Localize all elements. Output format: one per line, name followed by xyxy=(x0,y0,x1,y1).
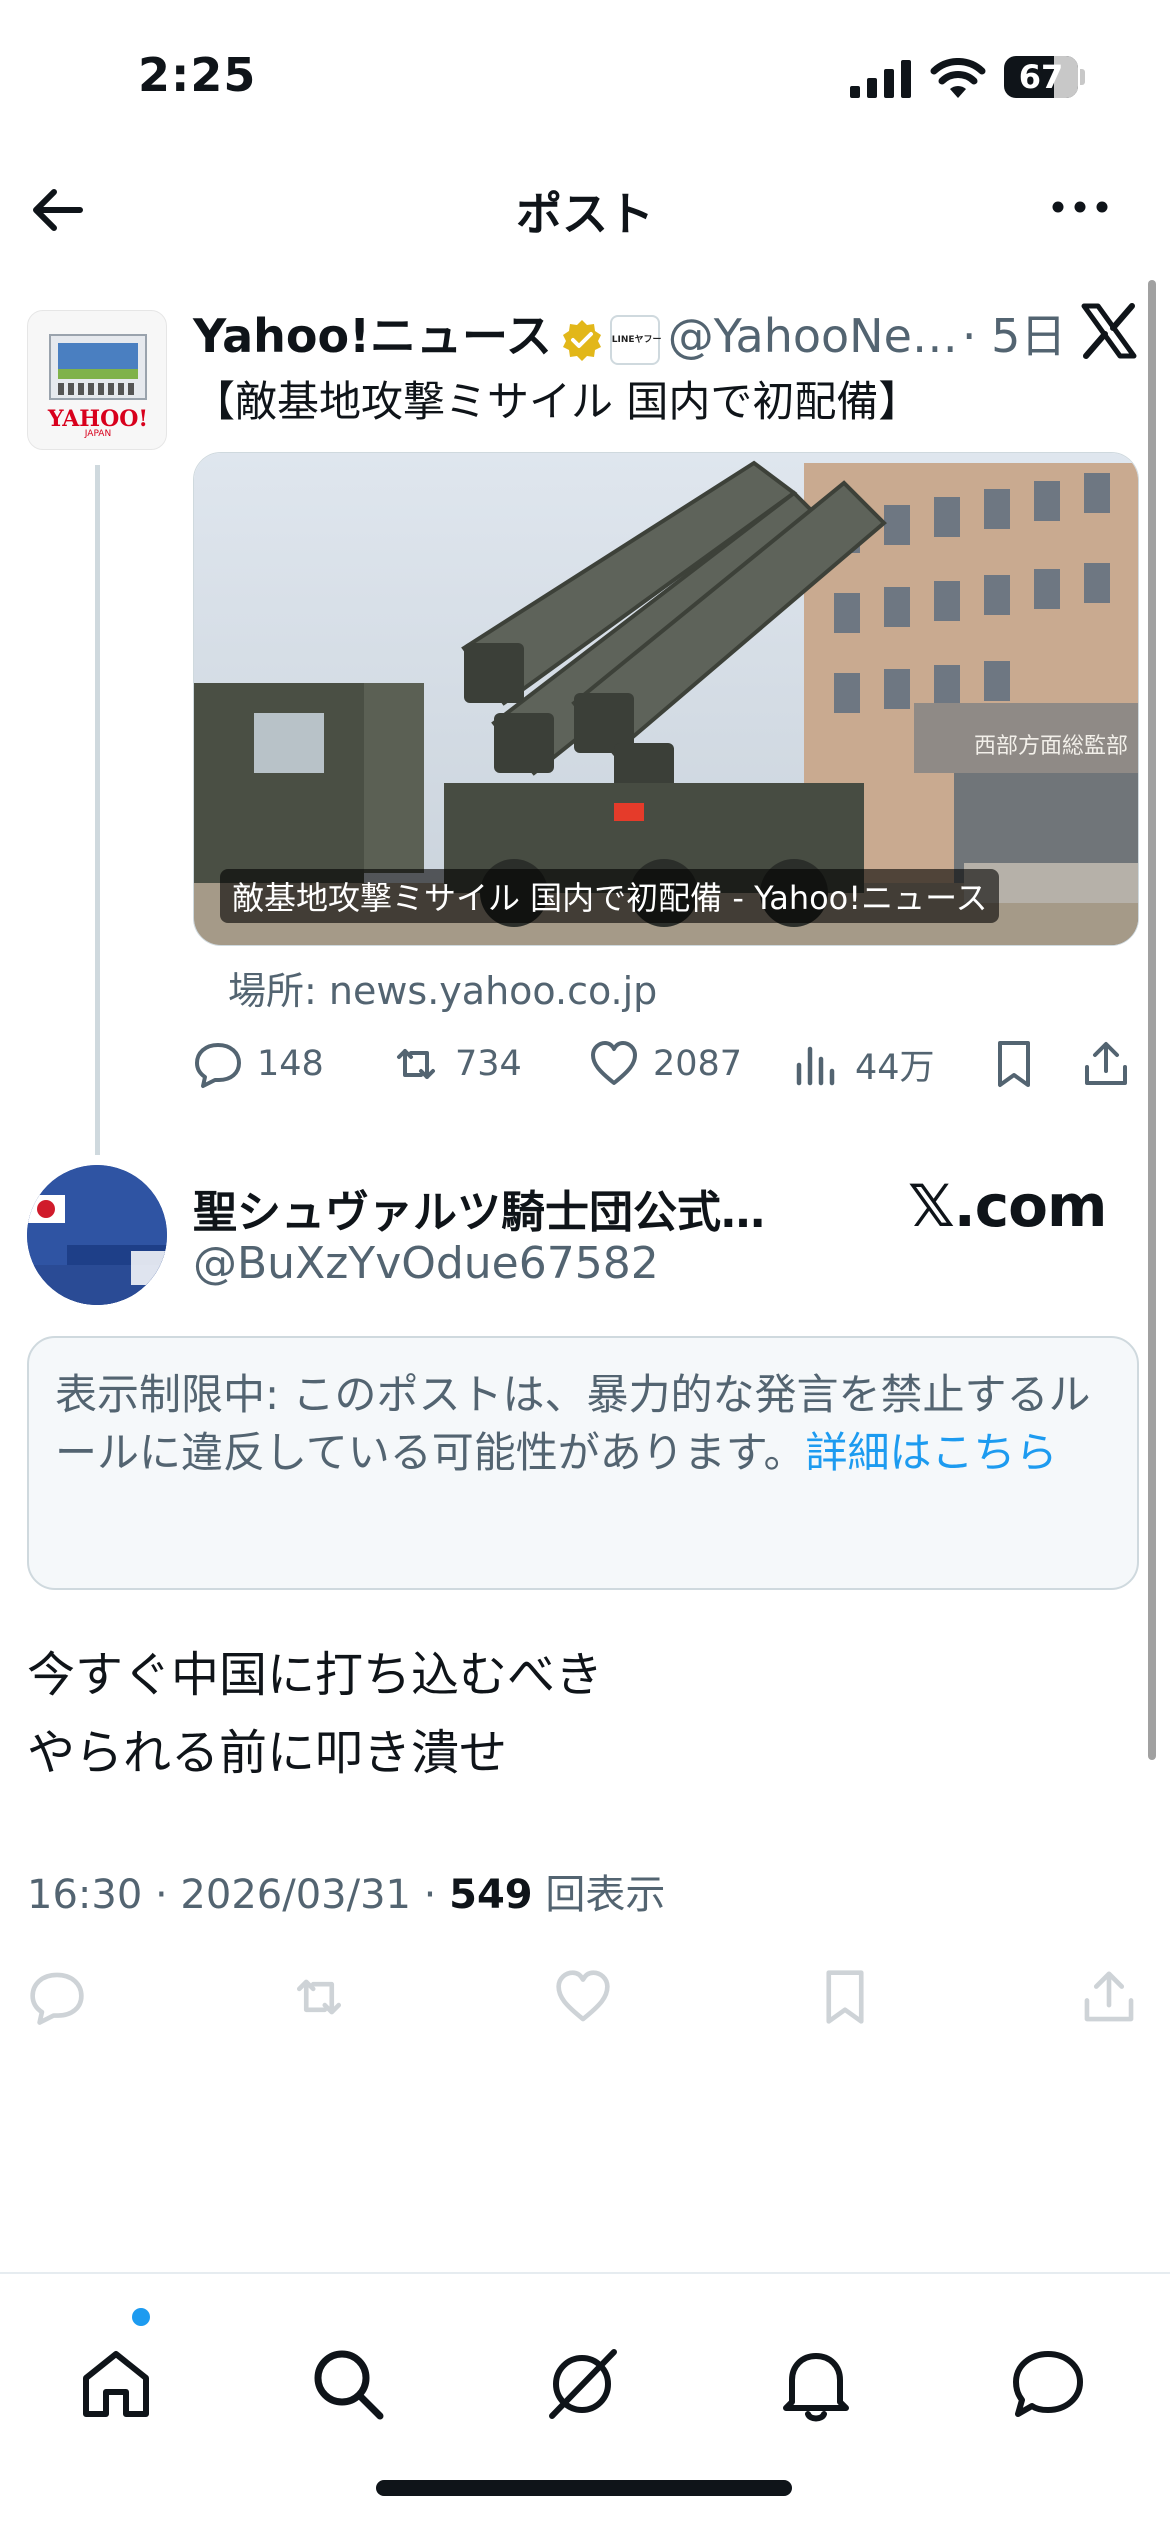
post-actions xyxy=(0,1968,1170,2032)
parent-author-name[interactable]: Yahoo!ニュース xyxy=(193,309,552,363)
avatar[interactable] xyxy=(27,1165,167,1305)
share-icon xyxy=(1085,1042,1127,1085)
parent-post-time: · 5日 xyxy=(961,309,1067,363)
heart-icon[interactable] xyxy=(554,1968,612,2026)
grok-icon[interactable] xyxy=(542,2344,622,2424)
link-card-source[interactable]: 場所: news.yahoo.co.jp xyxy=(228,960,657,1015)
repost-button[interactable]: 734 xyxy=(391,1032,522,1096)
heart-icon xyxy=(591,1041,637,1085)
home-icon[interactable] xyxy=(76,2344,156,2424)
thread-line xyxy=(95,465,100,1155)
author-handle[interactable]: @BuXzYvOdue67582 xyxy=(193,1238,659,1289)
building-sign: 西部方面総監部 xyxy=(974,733,1128,758)
reply-button[interactable]: 148 xyxy=(193,1032,324,1096)
learn-more-link[interactable]: 詳細はこちら xyxy=(806,1428,1058,1477)
avatar-logo-text: YAHOO! xyxy=(47,406,149,432)
search-icon[interactable] xyxy=(308,2344,388,2424)
x-logo-icon xyxy=(1081,303,1137,359)
x-com-watermark: 𝕏.com xyxy=(908,1172,1107,1240)
battery-icon: 67 xyxy=(1004,56,1085,98)
reply-icon xyxy=(195,1043,241,1088)
wifi-icon xyxy=(930,58,986,98)
link-card-caption: 敵基地攻撃ミサイル 国内で初配備 - Yahoo!ニュース xyxy=(220,869,1000,923)
repost-icon[interactable] xyxy=(290,1968,348,2026)
home-notification-dot xyxy=(132,2308,150,2326)
page-title: ポスト xyxy=(516,187,654,241)
reply-icon[interactable] xyxy=(28,1968,86,2026)
share-button[interactable] xyxy=(1081,1032,1145,1096)
message-icon[interactable] xyxy=(1008,2344,1088,2424)
repost-icon xyxy=(397,1049,435,1079)
bell-icon[interactable] xyxy=(776,2344,856,2424)
signal-icon xyxy=(850,60,911,98)
restriction-notice: 表示制限中: このポストは、暴力的な発言を禁止するルールに違反している可能性があ… xyxy=(27,1336,1139,1590)
avatar-logo-sub: JAPAN xyxy=(84,429,112,439)
header: ポスト xyxy=(0,150,1170,266)
more-icon[interactable] xyxy=(1050,192,1110,222)
avatar[interactable]: YAHOO! JAPAN xyxy=(27,310,167,450)
post-view-label: 回表示 xyxy=(532,1872,666,1918)
link-card[interactable]: 西部方面総監部 敵基地攻撃ミサイル 国内で初配備 - Yahoo!ニュース xyxy=(193,452,1139,946)
like-count: 2087 xyxy=(653,1044,743,1084)
bookmark-icon[interactable] xyxy=(816,1968,874,2026)
affiliate-badge[interactable]: LINEヤフー xyxy=(609,314,662,365)
like-button[interactable]: 2087 xyxy=(589,1032,742,1096)
author-name[interactable]: 聖シュヴァルツ騎士団公式… xyxy=(193,1176,765,1240)
post-text-line: やられる前に叩き潰せ xyxy=(27,1725,508,1781)
home-indicator xyxy=(376,2480,792,2496)
post-timestamp: 16:30 · 2026/03/31 · xyxy=(27,1872,450,1918)
post-meta: 16:30 · 2026/03/31 · 549 回表示 xyxy=(27,1862,665,1920)
scrollbar[interactable] xyxy=(1148,280,1156,1760)
share-icon[interactable] xyxy=(1080,1968,1138,2026)
repost-count: 734 xyxy=(455,1044,522,1084)
parent-post-header: Yahoo!ニュース LINEヤフー @YahooNe…· 5日 xyxy=(193,300,1066,365)
parent-author-handle[interactable]: @YahooNe… xyxy=(668,309,958,363)
status-bar: 2:25 67 xyxy=(0,0,1170,150)
post-text: 今すぐ中国に打ち込むべき やられる前に叩き潰せ xyxy=(27,1636,603,1792)
views-button[interactable]: 44万 xyxy=(791,1032,935,1096)
battery-percentage: 67 xyxy=(1018,58,1064,96)
post-view-count[interactable]: 549 xyxy=(449,1872,533,1918)
views-count: 44万 xyxy=(855,1047,935,1088)
reply-count: 148 xyxy=(257,1044,324,1084)
post-text-line: 今すぐ中国に打ち込むべき xyxy=(27,1647,604,1703)
bookmark-icon xyxy=(998,1041,1030,1087)
bookmark-button[interactable] xyxy=(989,1032,1053,1096)
status-time: 2:25 xyxy=(138,48,257,102)
views-icon xyxy=(796,1046,835,1086)
verified-badge-icon xyxy=(562,319,601,361)
parent-post-text: 【敵基地攻撃ミサイル 国内で初配備】 xyxy=(193,377,921,426)
parent-post-actions: 148 734 2087 44万 xyxy=(193,1032,1139,1096)
